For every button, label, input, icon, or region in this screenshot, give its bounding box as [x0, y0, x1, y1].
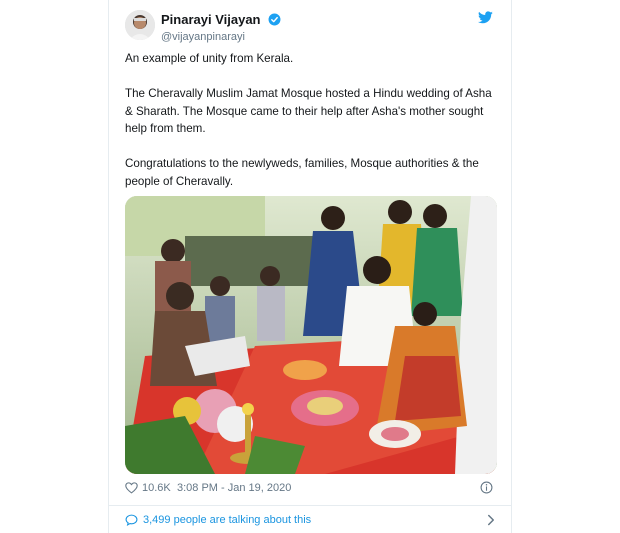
tweet-paragraph-1: An example of unity from Kerala.: [125, 52, 294, 65]
tweet-card: Pinarayi Vijayan @vijayanpinarayi An exa…: [108, 0, 512, 533]
handle[interactable]: @vijayanpinarayi: [161, 31, 281, 43]
display-name[interactable]: Pinarayi Vijayan: [161, 12, 261, 27]
wedding-photo: [125, 196, 497, 474]
conversation-text[interactable]: 3,499 people are talking about this: [143, 514, 311, 526]
info-icon[interactable]: [480, 481, 493, 494]
heart-icon[interactable]: [125, 482, 138, 494]
speech-bubble-icon: [125, 514, 138, 526]
author-names: Pinarayi Vijayan @vijayanpinarayi: [161, 11, 281, 43]
tweet-text: An example of unity from Kerala. The Che…: [125, 50, 495, 208]
verified-badge-icon: [268, 13, 281, 26]
tweet-header: Pinarayi Vijayan @vijayanpinarayi: [125, 8, 497, 43]
chevron-right-icon[interactable]: [487, 514, 495, 526]
timestamp[interactable]: 3:08 PM - Jan 19, 2020: [177, 482, 291, 494]
avatar-image: [125, 10, 155, 40]
tweet-paragraph-3: Congratulations to the newlyweds, famili…: [125, 157, 479, 188]
divider: [109, 505, 511, 506]
avatar[interactable]: [125, 10, 155, 40]
tweet-paragraph-2: The Cheravally Muslim Jamat Mosque hoste…: [125, 87, 492, 135]
like-count[interactable]: 10.6K: [142, 482, 171, 494]
twitter-bird-icon[interactable]: [478, 11, 493, 24]
tweet-photo[interactable]: [125, 196, 497, 474]
tweet-meta: 10.6K 3:08 PM - Jan 19, 2020: [125, 480, 497, 498]
conversation-link[interactable]: 3,499 people are talking about this: [125, 512, 497, 530]
